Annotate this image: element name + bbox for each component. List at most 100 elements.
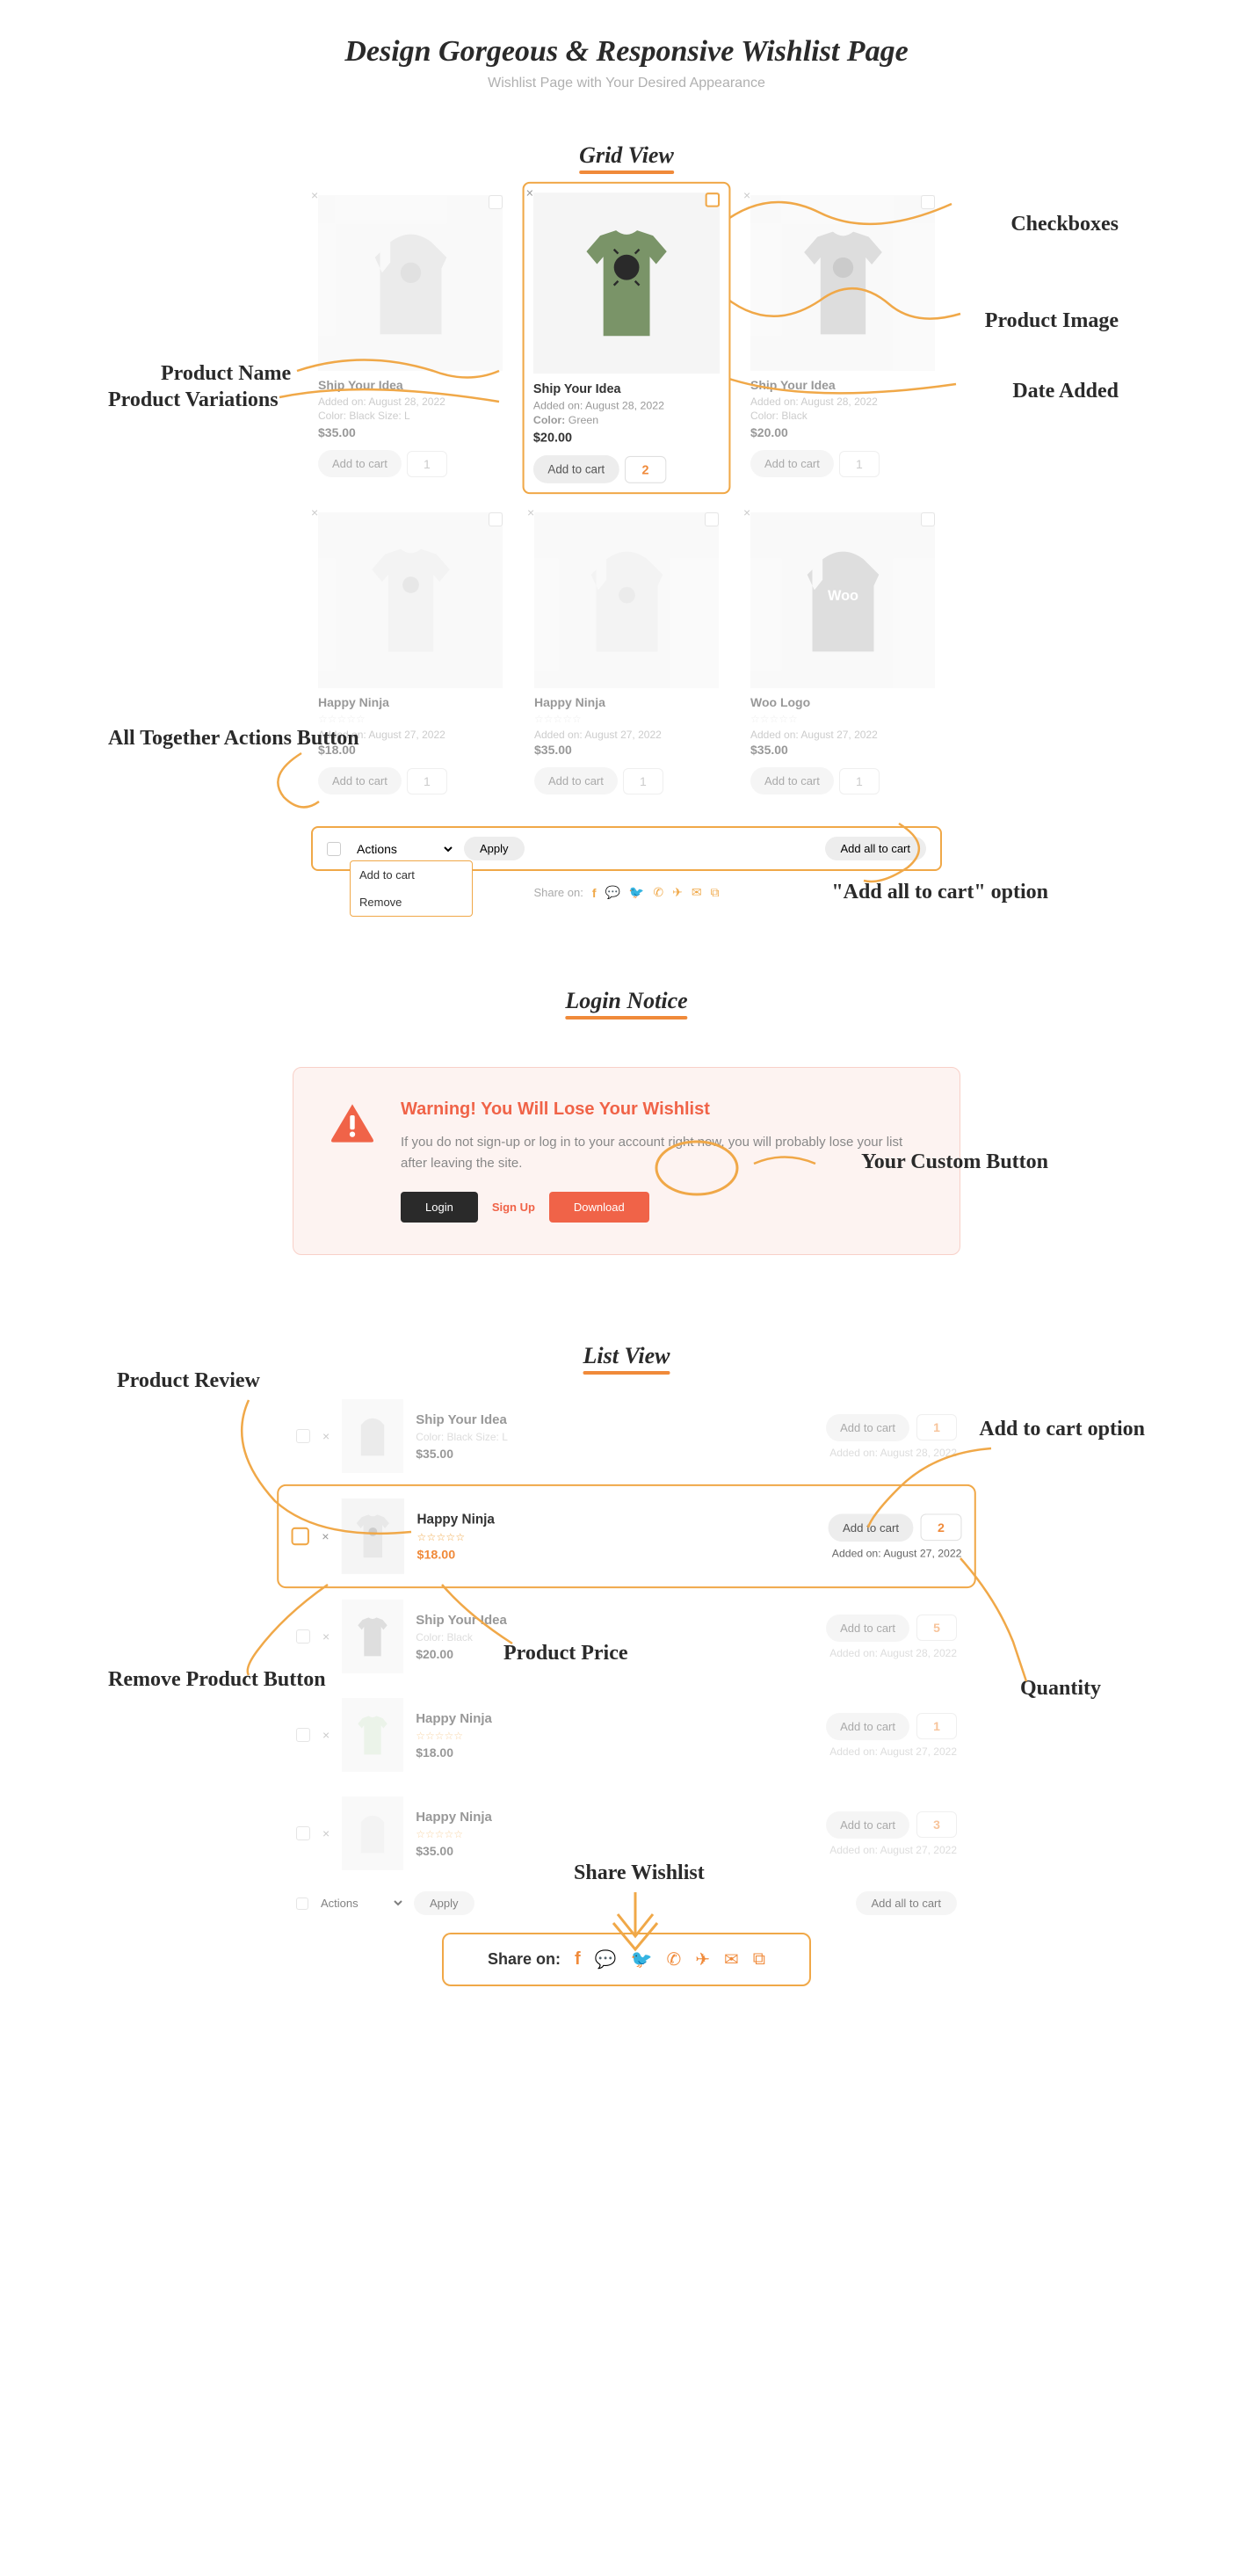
add-to-cart-button[interactable]: Add to cart (829, 1513, 914, 1542)
copy-icon[interactable] (753, 1949, 765, 1970)
close-icon[interactable]: × (322, 1529, 329, 1543)
product-card: × Ship Your Idea Added on: August 28, 20… (742, 186, 944, 490)
product-name: Happy Ninja (534, 695, 719, 709)
annotation-add-to-cart: Add to cart option (979, 1418, 1145, 1441)
add-to-cart-button[interactable]: Add to cart (826, 1414, 909, 1441)
twitter-icon[interactable] (629, 885, 644, 900)
close-icon[interactable]: × (322, 1826, 330, 1840)
close-icon[interactable]: × (322, 1629, 330, 1644)
product-price: $35.00 (318, 425, 503, 439)
product-image[interactable] (534, 512, 719, 688)
product-image[interactable] (318, 512, 503, 688)
dropdown-item-add-to-cart[interactable]: Add to cart (351, 861, 472, 889)
quantity-input[interactable] (916, 1713, 957, 1739)
product-card: × Ship Your Idea Added on: August 28, 20… (309, 186, 511, 490)
product-checkbox[interactable] (296, 1826, 310, 1840)
bulk-actions-select[interactable]: Actions (317, 1896, 405, 1911)
quantity-input[interactable] (916, 1811, 957, 1838)
download-button[interactable]: Download (549, 1192, 649, 1223)
facebook-icon[interactable] (575, 1949, 581, 1970)
add-to-cart-button[interactable]: Add to cart (826, 1811, 909, 1839)
quantity-input[interactable] (921, 1514, 962, 1542)
product-price: $35.00 (416, 1844, 814, 1858)
whatsapp-icon[interactable] (666, 1948, 681, 1970)
add-to-cart-button[interactable]: Add to cart (826, 1615, 909, 1642)
close-icon[interactable]: × (526, 185, 533, 200)
select-all-checkbox[interactable] (327, 842, 341, 856)
messenger-icon[interactable] (595, 1948, 617, 1970)
product-list: × Ship Your Idea Color: Black Size: L $3… (284, 1387, 969, 1995)
quantity-input[interactable] (407, 768, 447, 795)
product-image[interactable] (318, 195, 503, 371)
product-checkbox[interactable] (292, 1527, 309, 1545)
product-image[interactable] (750, 195, 935, 371)
product-checkbox[interactable] (489, 195, 503, 209)
close-icon[interactable]: × (527, 505, 534, 519)
close-icon[interactable]: × (311, 505, 318, 519)
apply-button[interactable]: Apply (414, 1891, 474, 1915)
signup-link[interactable]: Sign Up (492, 1201, 535, 1214)
facebook-icon[interactable] (592, 886, 597, 900)
product-checkbox[interactable] (921, 512, 935, 526)
apply-button[interactable]: Apply (464, 837, 525, 860)
add-to-cart-button[interactable]: Add to cart (750, 450, 834, 477)
bulk-actions-bar: Actions Apply Add all to cart (284, 1883, 969, 1924)
add-all-to-cart-button[interactable]: Add all to cart (825, 837, 927, 860)
quantity-input[interactable] (623, 768, 663, 795)
product-checkbox[interactable] (705, 512, 719, 526)
product-image[interactable]: Woo (750, 512, 935, 688)
product-image[interactable] (342, 1399, 403, 1473)
dropdown-item-remove[interactable]: Remove (351, 889, 472, 916)
product-checkbox[interactable] (296, 1629, 310, 1644)
product-checkbox[interactable] (706, 192, 720, 207)
add-to-cart-button[interactable]: Add to cart (318, 450, 402, 477)
product-name: Ship Your Idea (416, 1412, 814, 1427)
product-image[interactable] (342, 1796, 403, 1870)
login-notice-heading: Login Notice (565, 988, 687, 1014)
quantity-input[interactable] (916, 1414, 957, 1440)
copy-icon[interactable] (711, 885, 720, 900)
add-to-cart-button[interactable]: Add to cart (318, 767, 402, 795)
messenger-icon[interactable] (605, 885, 619, 900)
product-image[interactable] (342, 1498, 404, 1574)
product-name: Happy Ninja (416, 1810, 814, 1825)
telegram-icon[interactable] (695, 1948, 710, 1970)
close-icon[interactable]: × (311, 188, 318, 202)
product-image[interactable] (342, 1600, 403, 1673)
quantity-input[interactable] (916, 1615, 957, 1641)
email-icon[interactable] (724, 1948, 739, 1970)
telegram-icon[interactable] (672, 885, 683, 900)
close-icon[interactable]: × (322, 1429, 330, 1443)
close-icon[interactable]: × (743, 188, 750, 202)
login-button[interactable]: Login (401, 1192, 478, 1223)
star-rating: ☆☆☆☆☆ (416, 1828, 814, 1840)
quantity-input[interactable] (407, 451, 447, 477)
product-checkbox[interactable] (296, 1728, 310, 1742)
product-checkbox[interactable] (296, 1429, 310, 1443)
add-to-cart-button[interactable]: Add to cart (826, 1713, 909, 1740)
add-all-to-cart-button[interactable]: Add all to cart (856, 1891, 958, 1915)
annotation-checkboxes: Checkboxes (1010, 213, 1119, 236)
product-checkbox[interactable] (489, 512, 503, 526)
whatsapp-icon[interactable] (653, 885, 663, 900)
add-to-cart-button[interactable]: Add to cart (750, 767, 834, 795)
product-price: $18.00 (417, 1547, 816, 1561)
email-icon[interactable] (692, 885, 702, 900)
product-image[interactable] (533, 192, 720, 374)
product-image[interactable] (342, 1698, 403, 1772)
quantity-input[interactable] (625, 455, 666, 483)
twitter-icon[interactable] (631, 1948, 653, 1970)
svg-text:Woo: Woo (827, 588, 858, 604)
add-to-cart-button[interactable]: Add to cart (534, 767, 618, 795)
select-all-checkbox[interactable] (296, 1898, 308, 1910)
close-icon[interactable]: × (322, 1728, 330, 1742)
close-icon[interactable]: × (743, 505, 750, 519)
quantity-input[interactable] (839, 451, 880, 477)
annotation-add-all-option: "Add all to cart" option (831, 881, 1048, 904)
product-checkbox[interactable] (921, 195, 935, 209)
quantity-input[interactable] (839, 768, 880, 795)
bulk-actions-select[interactable]: Actions (350, 838, 455, 860)
product-added-date: Added on: August 28, 2022 (829, 1647, 957, 1659)
product-name: Happy Ninja (417, 1512, 816, 1527)
add-to-cart-button[interactable]: Add to cart (533, 455, 619, 483)
